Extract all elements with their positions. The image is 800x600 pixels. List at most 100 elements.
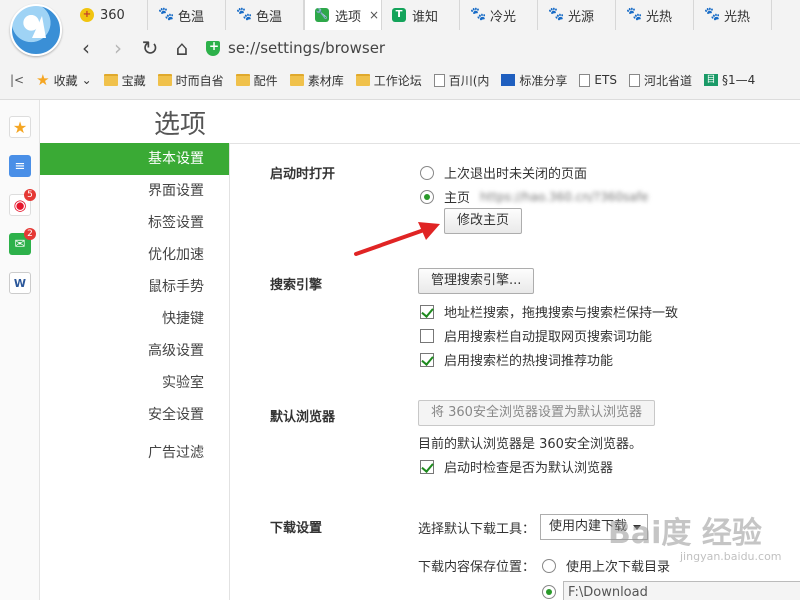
star-icon: ★ (36, 71, 50, 89)
page-icon (579, 73, 591, 87)
forward-button[interactable]: › (102, 34, 134, 62)
menu-ad-filter[interactable]: 广告过滤 (40, 437, 229, 469)
menu-mouse-gestures[interactable]: 鼠标手势 (40, 271, 229, 303)
security-shield-icon (206, 39, 220, 56)
bookmark-site-icon: 目 (703, 74, 718, 86)
bookmark-item[interactable]: 工作论坛 (350, 72, 428, 89)
tab-options[interactable]: 🔧 选项 × (304, 0, 382, 30)
address-text[interactable]: se://settings/browser (228, 39, 385, 57)
option-label: 启动时检查是否为默认浏览器 (444, 461, 614, 476)
paw-icon: 🐾 (704, 7, 721, 22)
checkbox-hot-search[interactable] (420, 352, 434, 367)
bookmark-label: §1—4 (721, 73, 756, 87)
bookmark-item[interactable]: 配件 (230, 72, 284, 89)
tab-label: 谁知 (412, 9, 439, 25)
bookmark-item[interactable]: 宝藏 (98, 72, 152, 89)
word-icon[interactable]: W (9, 272, 31, 294)
address-bar[interactable]: se://settings/browser (206, 39, 385, 57)
collapse-bookmarks-button[interactable]: |< (0, 73, 30, 87)
tab-label: 光热 (646, 9, 673, 25)
download-option-last-dir[interactable]: 使用上次下载目录 (542, 556, 670, 575)
menu-security[interactable]: 安全设置 (40, 399, 229, 431)
bookmark-item[interactable]: 河北省道 (623, 72, 698, 89)
paw-icon: 🐾 (626, 7, 643, 22)
settings-sidebar: 基本设置 界面设置 标签设置 优化加速 鼠标手势 快捷键 高级设置 实验室 安全… (40, 143, 230, 600)
bookmark-item[interactable]: 百川(内 (428, 72, 496, 89)
navigation-bar: ‹ › ↻ ⌂ se://settings/browser (70, 32, 800, 64)
checkbox-search-sync[interactable] (420, 304, 434, 319)
download-tool-label: 选择默认下载工具： (418, 522, 536, 537)
tab-color-temp-1[interactable]: 🐾 色温 (148, 0, 226, 30)
paw-icon: 🐾 (470, 7, 487, 22)
radio-last-dir[interactable] (542, 558, 556, 573)
checkbox-extract-keywords[interactable] (420, 328, 434, 343)
tab-cold-light[interactable]: 🐾 冷光 (460, 0, 538, 30)
default-browser-check-option[interactable]: 启动时检查是否为默认浏览器 (420, 457, 613, 476)
change-home-button[interactable]: 修改主页 (444, 208, 523, 234)
home-button[interactable]: ⌂ (166, 34, 198, 62)
favorites-star-icon[interactable]: ★ (9, 116, 31, 138)
option-label: 启用搜索栏自动提取网页搜索词功能 (444, 330, 653, 345)
bookmark-item[interactable]: 时而自省 (152, 72, 230, 89)
download-settings-label: 下载设置 (270, 521, 323, 536)
menu-basic-settings[interactable]: 基本设置 (40, 143, 229, 175)
search-option-2[interactable]: 启用搜索栏自动提取网页搜索词功能 (420, 326, 652, 345)
download-location-label: 下载内容保存位置： (418, 560, 536, 575)
reload-button[interactable]: ↻ (134, 34, 166, 62)
radio-home[interactable] (420, 189, 434, 204)
tab-label: 光源 (568, 9, 595, 25)
search-option-3[interactable]: 启用搜索栏的热搜词推荐功能 (420, 350, 613, 369)
manage-search-engines-button[interactable]: 管理搜索引擎... (418, 268, 535, 294)
startup-option-last-pages[interactable]: 上次退出时未关闭的页面 (420, 163, 587, 182)
tab-who-knows[interactable]: T 谁知 (382, 0, 460, 30)
checkbox-check-default[interactable] (420, 459, 434, 474)
menu-optimize[interactable]: 优化加速 (40, 239, 229, 271)
page-title: 选项 (154, 110, 207, 140)
quick-sidebar: ★ ≡ ◉ 5 ✉ 2 W (0, 100, 40, 600)
tab-label: 色温 (256, 9, 283, 25)
startup-option-home[interactable]: 主页 https://hao.360.cn/?360safe (420, 187, 648, 206)
bookmark-label: 工作论坛 (373, 73, 422, 88)
option-label: 主页 (444, 191, 471, 206)
bookmark-item[interactable]: ETS (573, 73, 623, 87)
default-browser-label: 默认浏览器 (270, 410, 336, 425)
radio-custom-dir[interactable] (542, 585, 556, 599)
bookmark-site-icon (501, 74, 516, 86)
folder-icon (289, 74, 304, 86)
menu-shortcuts[interactable]: 快捷键 (40, 303, 229, 335)
bookmark-item[interactable]: 标准分享 (495, 72, 573, 89)
download-path-input[interactable]: F:\Download (563, 581, 800, 600)
bookmark-label: 标准分享 (519, 73, 568, 88)
close-icon[interactable]: × (369, 8, 379, 22)
search-option-1[interactable]: 地址栏搜索，拖拽搜索与搜索栏保持一致 (420, 302, 678, 321)
bookmark-item[interactable]: 目 §1—4 (698, 73, 761, 87)
radio-last-pages[interactable] (420, 165, 434, 180)
tab-color-temp-2[interactable]: 🐾 色温 (226, 0, 304, 30)
back-button[interactable]: ‹ (70, 34, 102, 62)
option-label: 启用搜索栏的热搜词推荐功能 (444, 354, 614, 369)
folder-icon (355, 74, 370, 86)
tab-360[interactable]: + 360 (70, 0, 148, 30)
menu-interface-settings[interactable]: 界面设置 (40, 175, 229, 207)
menu-advanced[interactable]: 高级设置 (40, 335, 229, 367)
tab-light-heat-2[interactable]: 🐾 光热 (694, 0, 772, 30)
bookmarks-bar: |< ★ 收藏 ⌄ 宝藏 时而自省 配件 素材库 工作论坛 百川(内 标准分享 … (0, 66, 800, 94)
bookmark-favorites[interactable]: ★ 收藏 ⌄ (30, 71, 98, 89)
bookmark-item[interactable]: 素材库 (284, 72, 350, 89)
set-default-browser-button[interactable]: 将 360安全浏览器设置为默认浏览器 (418, 400, 655, 426)
menu-labs[interactable]: 实验室 (40, 367, 229, 399)
bookmark-label: ETS (594, 73, 617, 87)
download-option-custom-dir[interactable] (542, 585, 556, 599)
chevron-down-icon: ⌄ (81, 73, 92, 87)
menu-tab-settings[interactable]: 标签设置 (40, 207, 229, 239)
tab-light-heat-1[interactable]: 🐾 光热 (616, 0, 694, 30)
option-label: 使用上次下载目录 (566, 560, 671, 575)
browser-logo[interactable] (10, 4, 62, 56)
bookmark-label: 素材库 (307, 73, 344, 88)
tab-light-source[interactable]: 🐾 光源 (538, 0, 616, 30)
document-icon[interactable]: ≡ (9, 155, 31, 177)
bookmark-label: 百川(内 (448, 73, 490, 88)
tab-label: 光热 (724, 9, 751, 25)
tab-strip: + 360 🐾 色温 🐾 色温 🔧 选项 × T 谁知 🐾 冷光 🐾 光源 🐾 … (70, 0, 800, 30)
mail-badge: 2 (24, 228, 36, 240)
